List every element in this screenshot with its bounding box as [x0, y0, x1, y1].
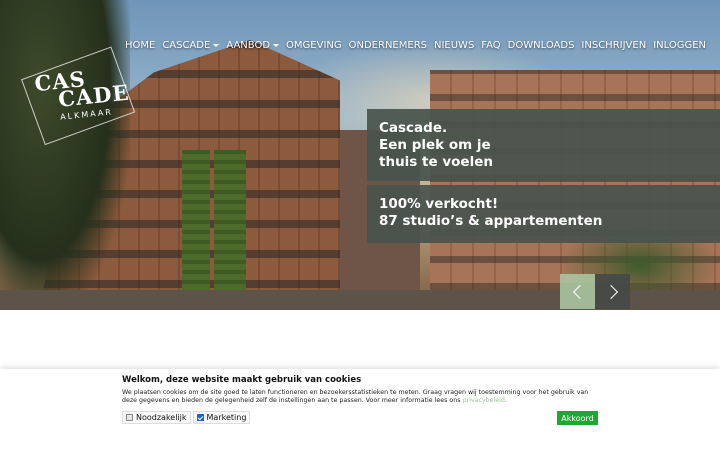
green-wall [182, 150, 210, 300]
site-logo[interactable]: CAS CADE ALKMAAR [21, 46, 139, 146]
nav-item-home[interactable]: HOME [125, 40, 155, 51]
nav-item-faq[interactable]: FAQ [481, 40, 500, 51]
green-wall [214, 150, 246, 300]
caret-down-icon [273, 44, 280, 47]
hero-headline-panel: Cascade. Een plek om je thuis te voelen [367, 109, 720, 181]
checkbox-necessary[interactable] [126, 414, 133, 421]
sold-line: 87 studio’s & appartementen [379, 213, 603, 229]
chevron-left-icon [572, 284, 587, 299]
checkbox-marketing[interactable] [196, 414, 204, 421]
nav-item-ondernemers[interactable]: ONDERNEMERS [349, 40, 427, 51]
nav-item-downloads[interactable]: DOWNLOADS [508, 40, 575, 51]
nav-item-omgeving[interactable]: OMGEVING [286, 40, 342, 51]
cookie-option-label: Marketing [206, 413, 247, 422]
slider-next-button[interactable] [595, 274, 630, 309]
headline-line: Een plek om je [379, 137, 491, 153]
sold-line: 100% verkocht! [379, 196, 499, 212]
hero-sold-panel: 100% verkocht! 87 studio’s & appartement… [367, 185, 720, 243]
main-nav: HOME CASCADE AANBOD OMGEVING ONDERNEMERS… [125, 40, 706, 51]
nav-item-inloggen[interactable]: INLOGGEN [653, 40, 706, 51]
nav-item-inschrijven[interactable]: INSCHRIJVEN [581, 40, 646, 51]
nav-item-nieuws[interactable]: NIEUWS [434, 40, 474, 51]
caret-down-icon [213, 44, 220, 47]
cookie-text-body: We plaatsen cookies om de site goed te l… [122, 389, 589, 404]
cookie-text-suffix: . [504, 397, 507, 404]
cookie-option-label: Noodzakelijk [136, 413, 187, 422]
accept-cookies-button[interactable]: Akkoord [557, 411, 598, 425]
cookie-text: We plaatsen cookies om de site goed te l… [122, 389, 592, 405]
headline-line: thuis te voelen [379, 154, 493, 170]
privacy-link[interactable]: privacybeleid [463, 397, 505, 404]
nav-item-aanbod[interactable]: AANBOD [226, 40, 280, 51]
hero-slider: CAS CADE ALKMAAR HOME CASCADE AANBOD OMG… [0, 0, 720, 310]
slider-prev-button[interactable] [560, 274, 595, 309]
chevron-right-icon [603, 284, 618, 299]
nav-item-cascade[interactable]: CASCADE [162, 40, 220, 51]
cookie-options: Noodzakelijk Marketing [122, 411, 251, 424]
cookie-title: Welkom, deze website maakt gebruik van c… [122, 375, 362, 385]
cookie-option-necessary[interactable]: Noodzakelijk [122, 411, 191, 424]
headline-line: Cascade. [379, 120, 448, 136]
cookie-option-marketing[interactable]: Marketing [192, 411, 251, 424]
cookie-banner: Welkom, deze website maakt gebruik van c… [0, 369, 720, 450]
